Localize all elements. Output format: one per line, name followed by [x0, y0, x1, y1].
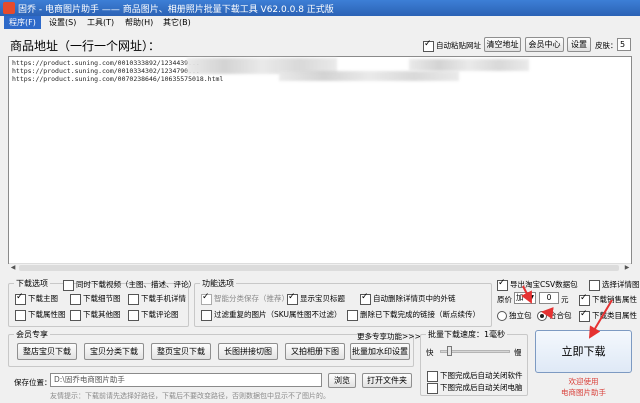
arrow-icon — [588, 299, 613, 339]
arrow-icon — [541, 307, 554, 320]
annotation-arrows — [521, 285, 613, 339]
arrow-icon — [521, 285, 532, 304]
